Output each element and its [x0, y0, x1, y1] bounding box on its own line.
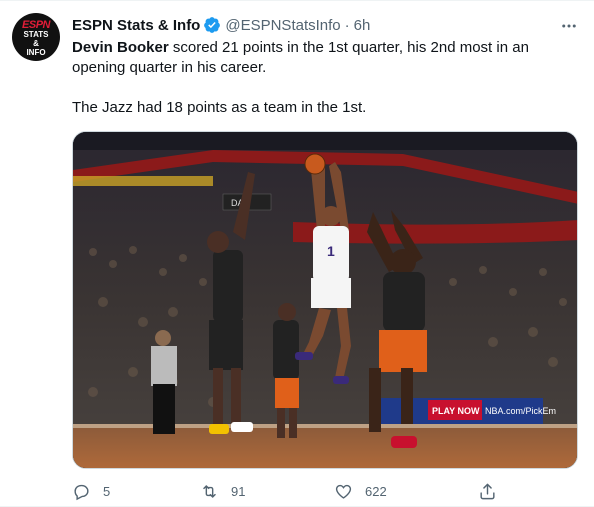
avatar[interactable]: ESPN STATS & INFO — [12, 13, 60, 61]
basketball-photo: DAL PLAY NOW NBA.com/PickEm 1 — [73, 132, 577, 468]
tweet-photo[interactable]: DAL PLAY NOW NBA.com/PickEm 1 — [72, 131, 578, 469]
reply-count: 5 — [103, 483, 111, 499]
retweet-button[interactable]: 91 — [200, 477, 245, 505]
share-button[interactable] — [478, 477, 497, 505]
tweet-text-paragraph-2: The Jazz had 18 points as a team in the … — [72, 99, 367, 116]
heart-icon — [335, 484, 352, 499]
more-horizontal-icon — [562, 24, 576, 28]
player-name: Devin Booker — [72, 39, 169, 56]
retweet-icon — [203, 484, 216, 498]
tweet-timestamp[interactable]: 6h — [354, 17, 371, 34]
ad-nba-pickem: NBA.com/PickEm — [485, 406, 556, 416]
avatar-stats-text: STATS & INFO — [23, 30, 49, 57]
tweet-text: Devin Booker scored 21 points in the 1st… — [72, 38, 572, 118]
tweet-header: ESPN Stats & Info @ESPNStatsInfo · 6h — [72, 15, 370, 35]
share-icon — [480, 483, 495, 499]
retweet-count: 91 — [231, 483, 246, 499]
tweet-text-paragraph-1: Devin Booker scored 21 points in the 1st… — [72, 38, 572, 78]
author-handle[interactable]: @ESPNStatsInfo — [225, 17, 340, 34]
ad-play-now: PLAY NOW — [432, 406, 480, 416]
reply-icon — [74, 484, 89, 500]
author-name[interactable]: ESPN Stats & Info — [72, 17, 200, 34]
header-separator: · — [344, 16, 350, 34]
like-button[interactable]: 622 — [334, 477, 387, 505]
tweet-actions: 5 91 622 — [64, 477, 504, 505]
reply-button[interactable]: 5 — [72, 477, 110, 505]
verified-badge-icon — [204, 17, 221, 33]
more-options-button[interactable] — [556, 13, 582, 39]
like-count: 622 — [365, 483, 387, 499]
tweet[interactable]: ESPN STATS & INFO ESPN Stats & Info @ESP… — [0, 0, 594, 507]
jersey-number: 1 — [327, 243, 335, 259]
